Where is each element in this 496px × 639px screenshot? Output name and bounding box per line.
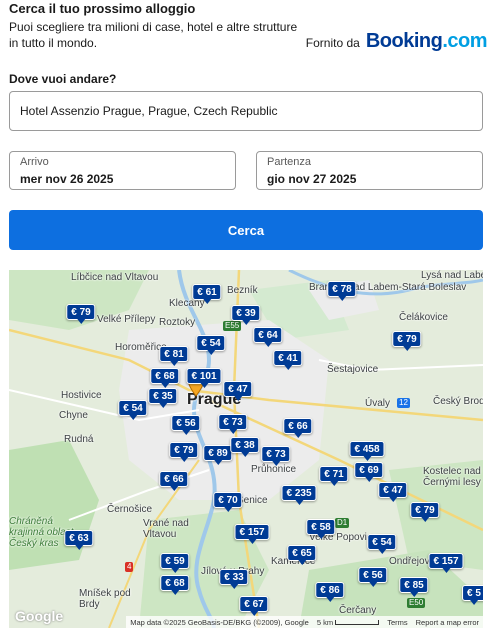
price-marker[interactable]: € 56 (358, 567, 388, 587)
powered-by-label: Fornito da (305, 36, 360, 50)
place-label: Velké Přílepy (97, 314, 156, 325)
checkin-value: mer nov 26 2025 (20, 172, 114, 186)
map-scale-label: 5 km (316, 617, 334, 627)
place-label: Ondřejov (389, 556, 430, 567)
route-badge: E55 (223, 321, 242, 331)
price-marker[interactable]: € 235 (281, 485, 317, 505)
route-badge: E50 (407, 598, 426, 608)
place-label: Líbčice nad Vltavou (71, 272, 159, 283)
place-label: Šestajovice (327, 364, 379, 375)
checkin-field[interactable]: Arrivo mer nov 26 2025 (9, 151, 236, 190)
price-marker[interactable]: € 63 (64, 530, 94, 550)
map-attribution: Map data ©2025 GeoBasis-DE/BKG (©2009), … (130, 617, 309, 627)
place-label: Bezník (227, 285, 258, 296)
checkout-field[interactable]: Partenza gio nov 27 2025 (256, 151, 483, 190)
price-marker[interactable]: € 66 (283, 418, 313, 438)
price-marker[interactable]: € 70 (213, 492, 243, 512)
price-marker[interactable]: € 73 (261, 446, 291, 466)
price-marker[interactable]: € 54 (367, 534, 397, 554)
price-marker[interactable]: € 56 (171, 415, 201, 435)
price-marker[interactable]: € 71 (319, 466, 349, 486)
price-marker[interactable]: € 33 (219, 569, 249, 589)
place-label: Čelákovice (399, 312, 448, 323)
route-badge: 4 (125, 562, 134, 572)
price-marker[interactable]: € 81 (159, 346, 189, 366)
checkout-label: Partenza (267, 156, 312, 168)
route-badge: D1 (335, 518, 350, 528)
price-marker[interactable]: € 157 (428, 553, 464, 573)
place-label: Rudná (64, 434, 94, 445)
price-marker[interactable]: € 47 (223, 381, 253, 401)
price-marker[interactable]: € 39 (231, 305, 261, 325)
google-logo[interactable]: Google (15, 608, 63, 624)
booking-logo-tld: .com (442, 30, 487, 52)
price-marker[interactable]: € 79 (66, 304, 96, 324)
price-marker[interactable]: € 35 (148, 388, 178, 408)
header: Cerca il tuo prossimo alloggio Puoi sceg… (9, 0, 487, 56)
place-label: Český Brod (433, 396, 483, 407)
place-label: Vrané nad Vltavou (143, 518, 189, 540)
price-marker[interactable]: € 5 (462, 585, 483, 605)
page-subtitle: Puoi scegliere tra milioni di case, hote… (9, 20, 298, 50)
price-marker[interactable]: € 41 (273, 350, 303, 370)
price-marker[interactable]: € 78 (327, 281, 357, 301)
price-marker[interactable]: € 64 (253, 327, 283, 347)
price-marker[interactable]: € 59 (160, 553, 190, 573)
price-marker[interactable]: € 79 (169, 442, 199, 462)
checkout-value: gio nov 27 2025 (267, 172, 357, 186)
place-label: Chyne (59, 410, 88, 421)
booking-logo-main: Booking (365, 30, 443, 52)
map-scale[interactable]: 5 km (316, 617, 380, 627)
booking-logo[interactable]: Booking.com (365, 30, 488, 53)
destination-input[interactable] (9, 91, 483, 131)
price-marker[interactable]: € 67 (239, 596, 269, 616)
price-marker[interactable]: € 54 (196, 335, 226, 355)
map-report-link[interactable]: Report a map error (416, 618, 479, 627)
powered-by: Fornito da Booking.com (305, 30, 488, 53)
page-title: Cerca il tuo prossimo alloggio (9, 1, 196, 16)
place-label: Lysá nad Labem (421, 270, 483, 281)
price-marker[interactable]: € 47 (378, 482, 408, 502)
price-marker[interactable]: € 54 (118, 400, 148, 420)
checkin-label: Arrivo (20, 156, 49, 168)
price-marker[interactable]: € 61 (192, 284, 222, 304)
price-marker[interactable]: € 68 (160, 575, 190, 595)
price-marker[interactable]: € 157 (234, 524, 270, 544)
destination-label: Dove vuoi andare? (9, 72, 117, 86)
route-badge: 12 (397, 398, 410, 408)
map[interactable]: Líbčice nad Vltavou Klecany Bezník Brand… (9, 270, 483, 628)
place-label: Úvaly (365, 398, 391, 409)
price-marker[interactable]: € 79 (410, 502, 440, 522)
price-marker[interactable]: € 79 (392, 331, 422, 351)
map-attribution-bar: Map data ©2025 GeoBasis-DE/BKG (©2009), … (126, 616, 483, 628)
price-marker[interactable]: € 73 (218, 414, 248, 434)
price-marker[interactable]: € 89 (203, 445, 233, 465)
place-label: Roztoky (159, 317, 196, 328)
price-marker[interactable]: € 86 (315, 582, 345, 602)
map-terms-link[interactable]: Terms (387, 618, 407, 627)
place-label: Černošice (107, 504, 153, 515)
place-label: Kostelec nad Černými lesy (423, 466, 481, 488)
place-label: Čerčany (339, 605, 377, 616)
place-label: Mníšek pod Brdy (79, 588, 131, 610)
price-marker[interactable]: € 65 (287, 545, 317, 565)
price-marker[interactable]: € 69 (354, 462, 384, 482)
price-marker[interactable]: € 38 (230, 437, 260, 457)
price-marker[interactable]: € 458 (349, 441, 385, 461)
place-label: Hostivice (61, 390, 102, 401)
scale-bar-icon (335, 620, 380, 626)
price-marker[interactable]: € 68 (150, 368, 180, 388)
price-marker[interactable]: € 66 (159, 471, 189, 491)
price-marker[interactable]: € 58 (306, 519, 336, 539)
price-marker[interactable]: € 101 (186, 368, 222, 388)
price-marker[interactable]: € 85 (399, 577, 429, 597)
search-button[interactable]: Cerca (9, 210, 483, 250)
